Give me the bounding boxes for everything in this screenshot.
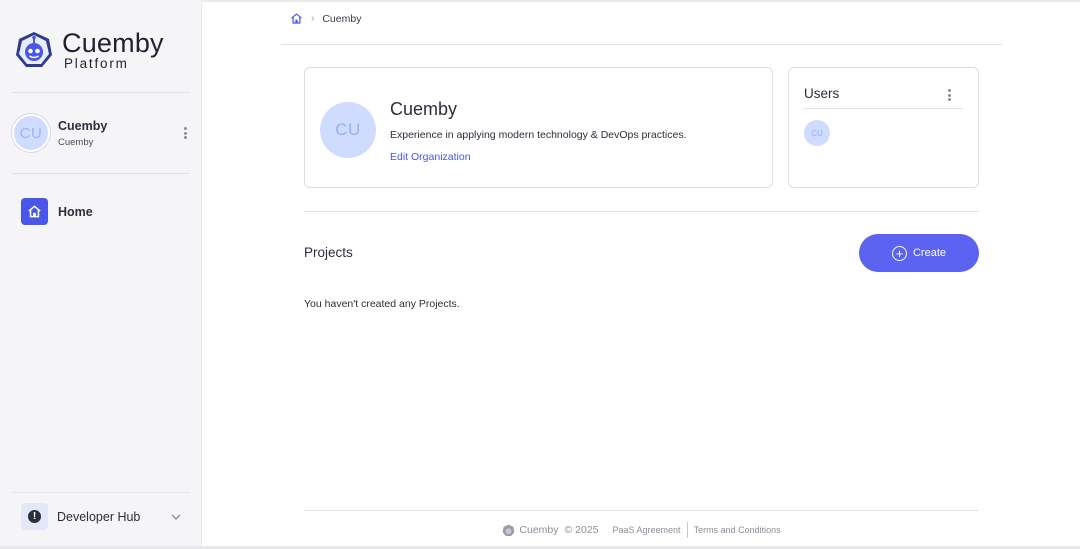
projects-title: Projects	[304, 245, 353, 260]
brand-logo[interactable]: Cuemby Platform	[14, 30, 164, 71]
sidebar-divider	[12, 173, 190, 174]
organization-description: Experience in applying modern technology…	[390, 129, 687, 141]
projects-empty-message: You haven't created any Projects.	[304, 298, 460, 310]
sidebar-item-label: Home	[58, 204, 93, 219]
breadcrumb: › Cuemby	[290, 12, 361, 25]
breadcrumb-item[interactable]: Cuemby	[322, 13, 361, 25]
organization-card: CU Cuemby Experience in applying modern …	[304, 67, 773, 188]
developer-hub-toggle[interactable]: ! Developer Hub	[12, 492, 190, 534]
home-icon[interactable]	[290, 12, 303, 25]
footer-brand: Cuemby © 2025	[502, 524, 599, 537]
top-border	[202, 0, 1080, 2]
header-divider	[281, 44, 1002, 45]
org-subtitle: Cuemby	[58, 136, 94, 148]
organization-name: Cuemby	[390, 99, 458, 119]
org-switcher[interactable]: CU Cuemby Cuemby	[12, 113, 190, 153]
edit-organization-link[interactable]: Edit Organization	[390, 151, 471, 163]
plus-circle-icon: +	[891, 245, 907, 261]
sidebar: Cuemby Platform CU Cuemby Cuemby Home ! …	[0, 0, 202, 549]
chevron-down-icon	[171, 514, 181, 520]
user-avatar[interactable]: CU	[804, 120, 830, 146]
footer-divider	[304, 510, 979, 511]
alert-icon: !	[21, 503, 48, 530]
brand-name: Cuemby	[62, 28, 164, 58]
sidebar-divider	[12, 92, 190, 93]
footer-copyright: © 2025	[564, 524, 599, 536]
create-project-button[interactable]: + Create	[859, 234, 979, 272]
users-title: Users	[804, 86, 840, 101]
org-name: Cuemby	[58, 118, 108, 133]
terms-and-conditions-link[interactable]: Terms and Conditions	[694, 525, 781, 535]
org-info: Cuemby Cuemby	[58, 119, 180, 148]
developer-hub-label: Developer Hub	[57, 509, 141, 524]
app-root: Cuemby Platform CU Cuemby Cuemby Home ! …	[0, 0, 1080, 549]
home-icon	[21, 198, 48, 225]
users-menu-kebab-icon[interactable]	[944, 87, 954, 103]
org-menu-kebab-icon[interactable]	[180, 125, 190, 141]
section-divider	[304, 211, 979, 212]
users-card: Users CU	[788, 67, 979, 188]
org-avatar: CU	[12, 114, 50, 152]
organization-avatar: CU	[320, 102, 376, 158]
brand-subtitle: Platform	[64, 56, 129, 71]
users-divider	[803, 108, 963, 109]
brand-text: Cuemby Platform	[62, 30, 164, 71]
footer: Cuemby © 2025 PaaS Agreement Terms and C…	[304, 521, 979, 539]
footer-separator	[686, 522, 688, 538]
sidebar-item-home[interactable]: Home	[21, 198, 93, 225]
breadcrumb-separator-icon: ›	[311, 13, 315, 24]
cuemby-robot-icon	[16, 32, 52, 68]
paas-agreement-link[interactable]: PaaS Agreement	[613, 525, 681, 535]
create-button-label: Create	[912, 247, 947, 259]
cuemby-robot-icon	[503, 524, 515, 536]
footer-brand-name: Cuemby	[519, 524, 559, 536]
